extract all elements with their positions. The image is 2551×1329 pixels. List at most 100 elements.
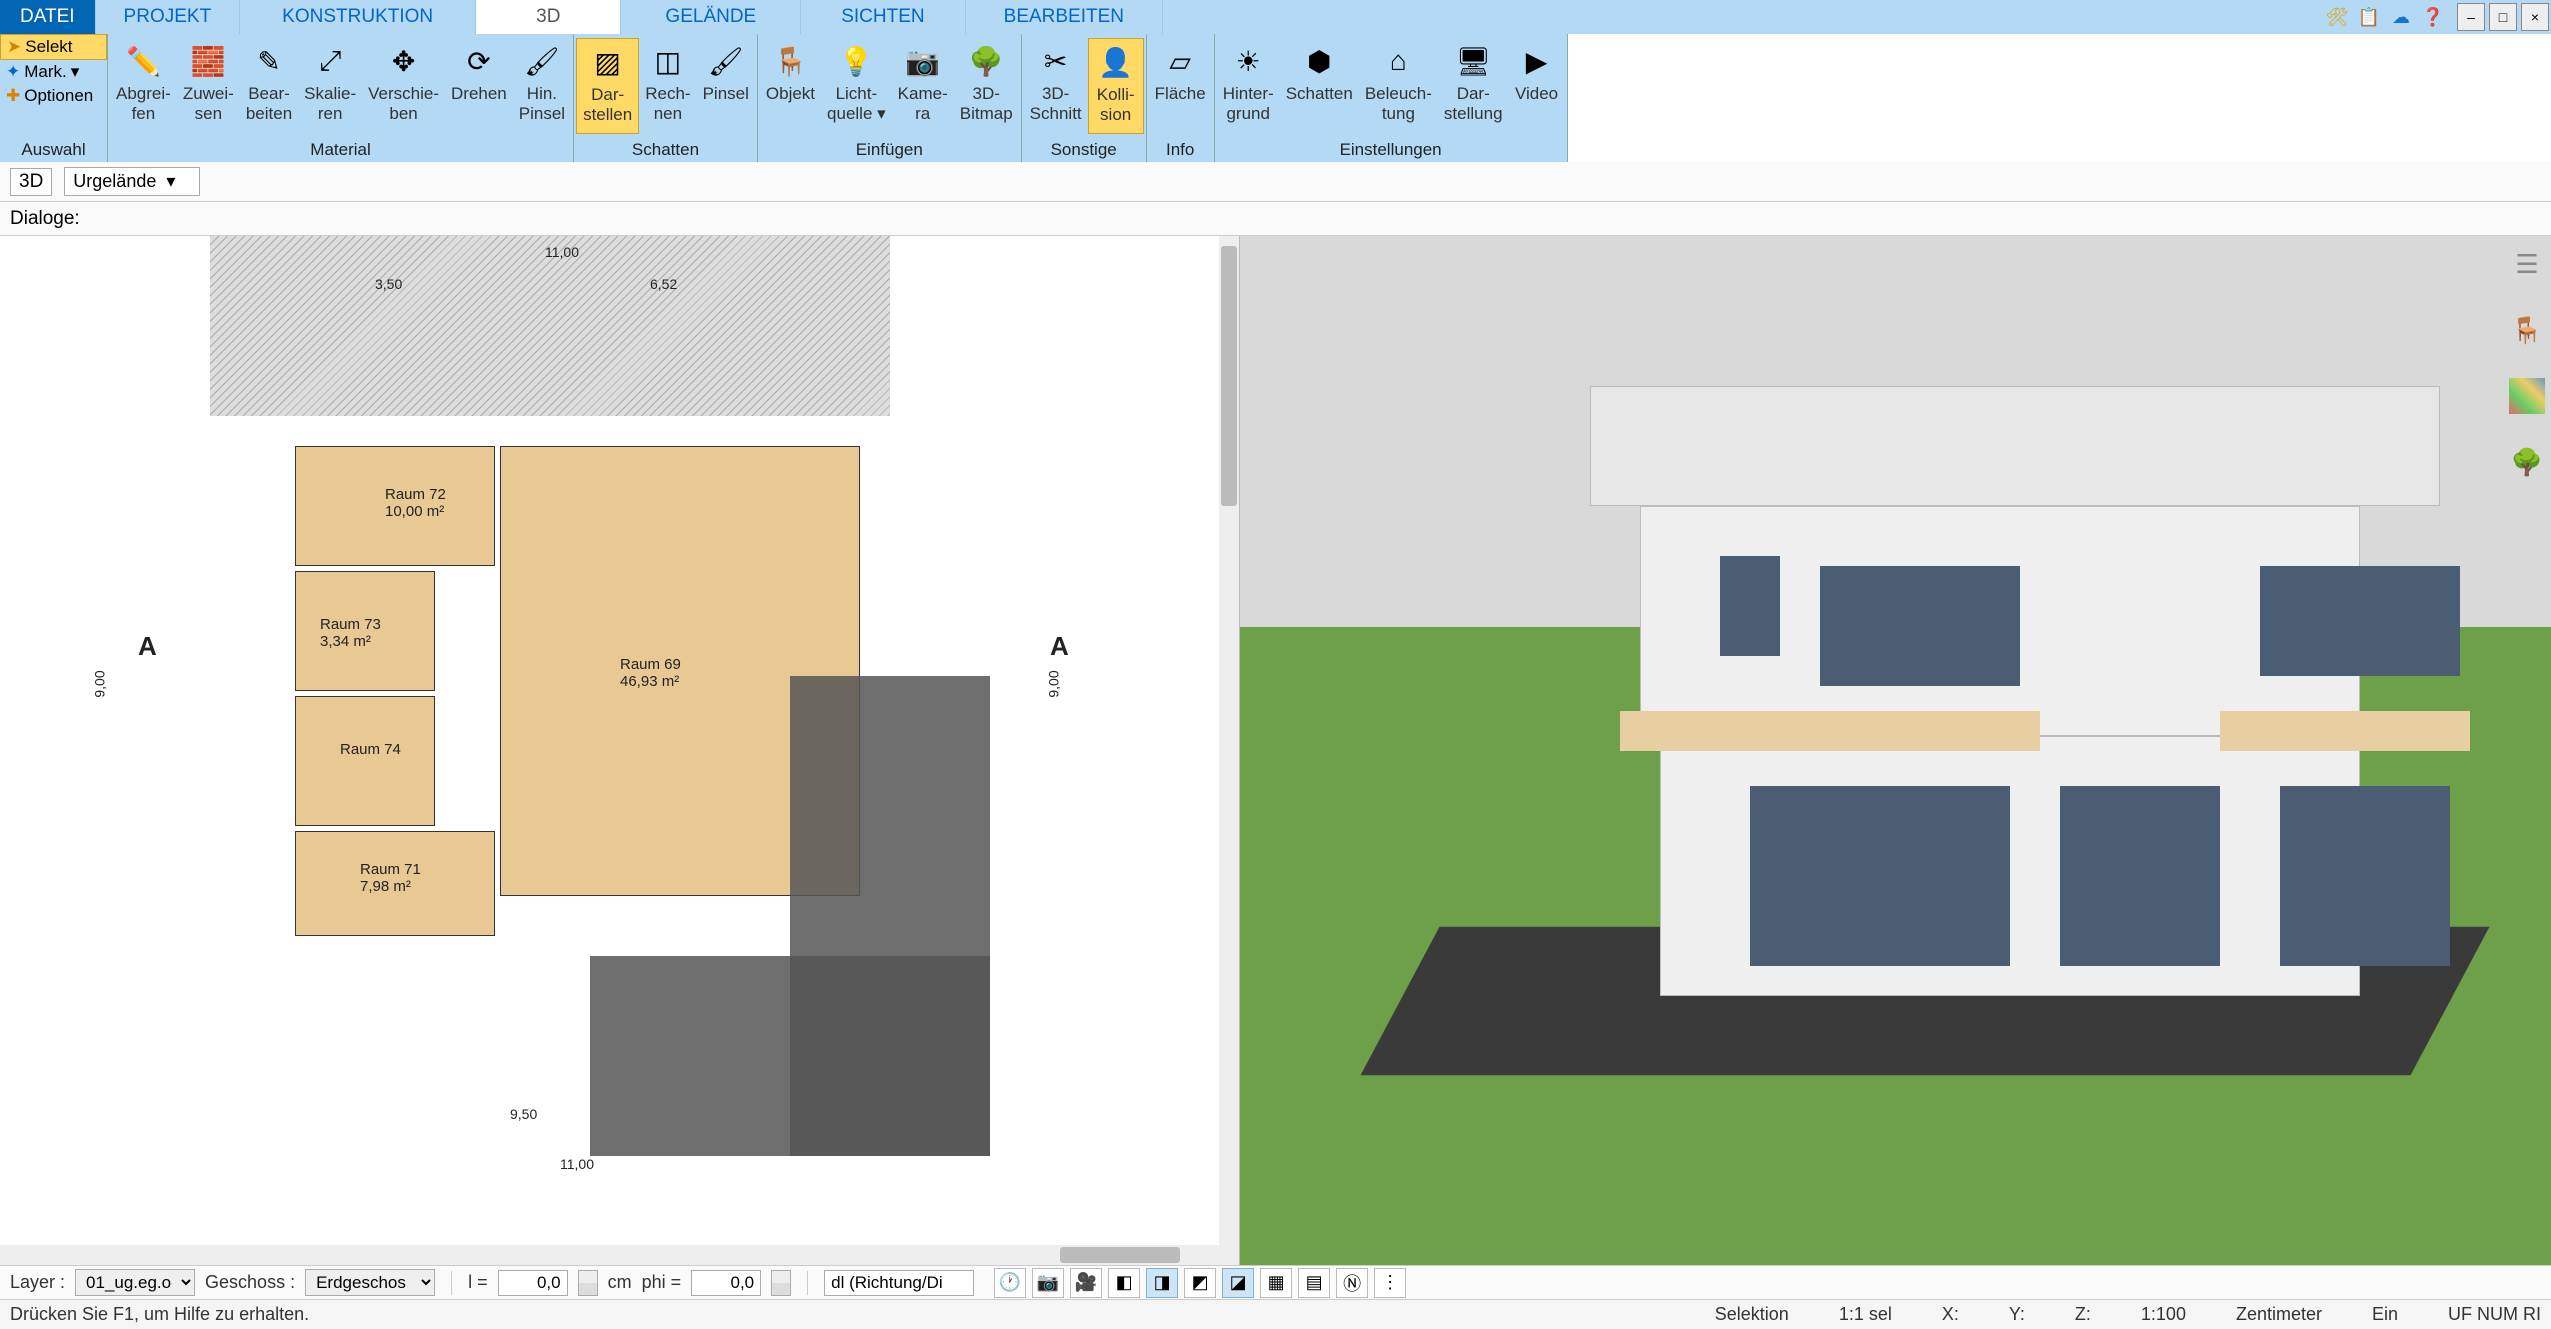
kamera-button[interactable]: 📷Kame-ra xyxy=(892,38,954,134)
plant-icon[interactable]: 🌳 xyxy=(2509,444,2545,480)
l: grund xyxy=(1226,104,1269,123)
zuweisen-button[interactable]: 🧱Zuwei-sen xyxy=(177,38,240,134)
cloud-icon[interactable]: ☁ xyxy=(2389,5,2413,29)
select-label: Selekt xyxy=(25,37,72,57)
info-icon[interactable]: ⋮ xyxy=(1374,1268,1406,1298)
dialoge-label: Dialoge: xyxy=(10,208,80,230)
menu-datei[interactable]: DATEI xyxy=(0,0,96,34)
schatten-button[interactable]: ⬢Schatten xyxy=(1280,38,1359,134)
rechnen-button[interactable]: ◫Rech-nen xyxy=(639,38,696,134)
3dschnitt-button[interactable]: ✂3D-Schnitt xyxy=(1024,38,1088,134)
3dbitmap-button[interactable]: 🌳3D-Bitmap xyxy=(954,38,1019,134)
north-icon[interactable]: Ⓝ xyxy=(1336,1268,1368,1298)
floorplan-scroll-v[interactable] xyxy=(1219,236,1239,1265)
shade3-icon[interactable]: ◪ xyxy=(1222,1268,1254,1298)
win-g2 xyxy=(2060,786,2220,966)
ribbon-section-einfuegen: 🪑Objekt 💡Licht-quelle ▾ 📷Kame-ra 🌳3D-Bit… xyxy=(758,34,1022,162)
select-button[interactable]: ➤Selekt xyxy=(0,34,107,60)
brush2-icon: 🖌 xyxy=(707,42,745,80)
fp-terrace-bottom[interactable] xyxy=(590,956,990,1156)
brush-icon: 🖌 xyxy=(523,42,561,80)
menu-projekt[interactable]: PROJEKT xyxy=(96,0,241,34)
geschoss-select[interactable]: Erdgeschos xyxy=(305,1269,435,1296)
3d-canvas[interactable] xyxy=(1240,236,2551,1265)
dl-input[interactable] xyxy=(824,1270,974,1296)
camera-icon: 📷 xyxy=(904,42,942,80)
menu-bearbeiten[interactable]: BEARBEITEN xyxy=(966,0,1163,34)
room-74[interactable] xyxy=(295,696,435,826)
l-spinner[interactable] xyxy=(578,1270,598,1296)
colors-icon[interactable]: ■ xyxy=(2509,378,2545,414)
shade1-icon[interactable]: ◨ xyxy=(1146,1268,1178,1298)
video2-icon[interactable]: 🎥 xyxy=(1070,1268,1102,1298)
side-palette: ☰ 🪑 ■ 🌳 xyxy=(2509,246,2545,480)
layers-icon[interactable]: ☰ xyxy=(2509,246,2545,282)
menu-3d[interactable]: 3D xyxy=(476,0,621,34)
hinpinsel-button[interactable]: 🖌Hin.Pinsel xyxy=(513,38,571,134)
chair-icon: 🪑 xyxy=(771,42,809,80)
scroll-thumb-v[interactable] xyxy=(1221,246,1237,506)
terrain-combo[interactable]: Urgelände ▾ xyxy=(64,167,200,196)
floorplan-scroll-h[interactable] xyxy=(0,1245,1219,1265)
edit-icon: ✎ xyxy=(250,42,288,80)
bearbeiten-button[interactable]: ✎Bear-beiten xyxy=(240,38,298,134)
minimize-button[interactable]: – xyxy=(2457,3,2485,31)
grid-icon[interactable]: ▤ xyxy=(1298,1268,1330,1298)
l: Hin. xyxy=(527,84,557,103)
help-icon[interactable]: ❓ xyxy=(2421,5,2445,29)
layer-label: Layer : xyxy=(10,1272,65,1293)
lighting-icon: ⌂ xyxy=(1379,42,1417,80)
floorplan-canvas[interactable]: Raum 7210,00 m² Raum 6946,93 m² Raum 717… xyxy=(0,236,1239,1265)
objekt-button[interactable]: 🪑Objekt xyxy=(760,38,821,134)
phi-spinner[interactable] xyxy=(771,1270,791,1296)
menu-konstruktion[interactable]: KONSTRUKTION xyxy=(240,0,476,34)
darstellen-button[interactable]: ▨Dar-stellen xyxy=(576,38,639,134)
section-label-einfuegen: Einfügen xyxy=(758,138,1021,162)
lichtquelle-button[interactable]: 💡Licht-quelle ▾ xyxy=(821,38,892,134)
view-mode-badge[interactable]: 3D xyxy=(10,168,52,196)
options-button[interactable]: ✚Optionen xyxy=(0,84,107,108)
skalieren-button[interactable]: ⤢Skalie-ren xyxy=(298,38,362,134)
menu-gelaende[interactable]: GELÄNDE xyxy=(621,0,801,34)
ribbon-section-material: ✏️Abgrei-fen 🧱Zuwei-sen ✎Bear-beiten ⤢Sk… xyxy=(108,34,574,162)
ein-status: Ein xyxy=(2372,1304,2398,1325)
floorplan-pane[interactable]: Raum 7210,00 m² Raum 6946,93 m² Raum 717… xyxy=(0,236,1240,1265)
beleuchtung-button[interactable]: ⌂Beleuch-tung xyxy=(1359,38,1438,134)
phi-label: phi = xyxy=(642,1272,682,1293)
abgreifen-button[interactable]: ✏️Abgrei-fen xyxy=(110,38,177,134)
assign-icon: 🧱 xyxy=(189,42,227,80)
l: Hinter- xyxy=(1223,84,1274,103)
l-input[interactable] xyxy=(498,1270,568,1296)
maximize-button[interactable]: □ xyxy=(2489,3,2517,31)
kollision-button[interactable]: 👤Kolli-sion xyxy=(1088,38,1144,134)
mark-button[interactable]: ✦Mark.▾ xyxy=(0,60,107,84)
clipboard-icon[interactable]: 📋 xyxy=(2357,5,2381,29)
tools-icon[interactable]: 🛠 xyxy=(2325,5,2349,29)
furniture-icon[interactable]: 🪑 xyxy=(2509,312,2545,348)
layer-select[interactable]: 01_ug.eg.oc xyxy=(75,1269,195,1296)
video-button[interactable]: ▶Video xyxy=(1509,38,1565,134)
cube2-icon[interactable]: ◧ xyxy=(1108,1268,1140,1298)
l: tung xyxy=(1382,104,1415,123)
mark-label: Mark. xyxy=(24,62,67,82)
l: Abgrei- xyxy=(116,84,171,103)
close-button[interactable]: × xyxy=(2521,3,2549,31)
phi-input[interactable] xyxy=(691,1270,761,1296)
help-hint: Drücken Sie F1, um Hilfe zu erhalten. xyxy=(10,1304,309,1325)
scroll-thumb-h[interactable] xyxy=(1060,1247,1180,1263)
verschieben-button[interactable]: ✥Verschie-ben xyxy=(362,38,445,134)
shade4-icon[interactable]: ▦ xyxy=(1260,1268,1292,1298)
section-a-left: A xyxy=(138,631,157,662)
shade2-icon[interactable]: ◩ xyxy=(1184,1268,1216,1298)
clock-icon[interactable]: 🕐 xyxy=(994,1268,1026,1298)
photo-icon[interactable]: 📷 xyxy=(1032,1268,1064,1298)
pinsel-button[interactable]: 🖌Pinsel xyxy=(697,38,755,134)
darstellung-button[interactable]: 🖥Dar-stellung xyxy=(1438,38,1509,134)
cut-icon: ✂ xyxy=(1037,42,1075,80)
flaeche-button[interactable]: ▱Fläche xyxy=(1149,38,1212,134)
menu-sichten[interactable]: SICHTEN xyxy=(801,0,965,34)
hintergrund-button[interactable]: ☀Hinter-grund xyxy=(1217,38,1280,134)
lightbulb-icon: 💡 xyxy=(837,42,875,80)
drehen-button[interactable]: ⟳Drehen xyxy=(445,38,513,134)
3d-view-pane[interactable]: ☰ 🪑 ■ 🌳 xyxy=(1240,236,2551,1265)
